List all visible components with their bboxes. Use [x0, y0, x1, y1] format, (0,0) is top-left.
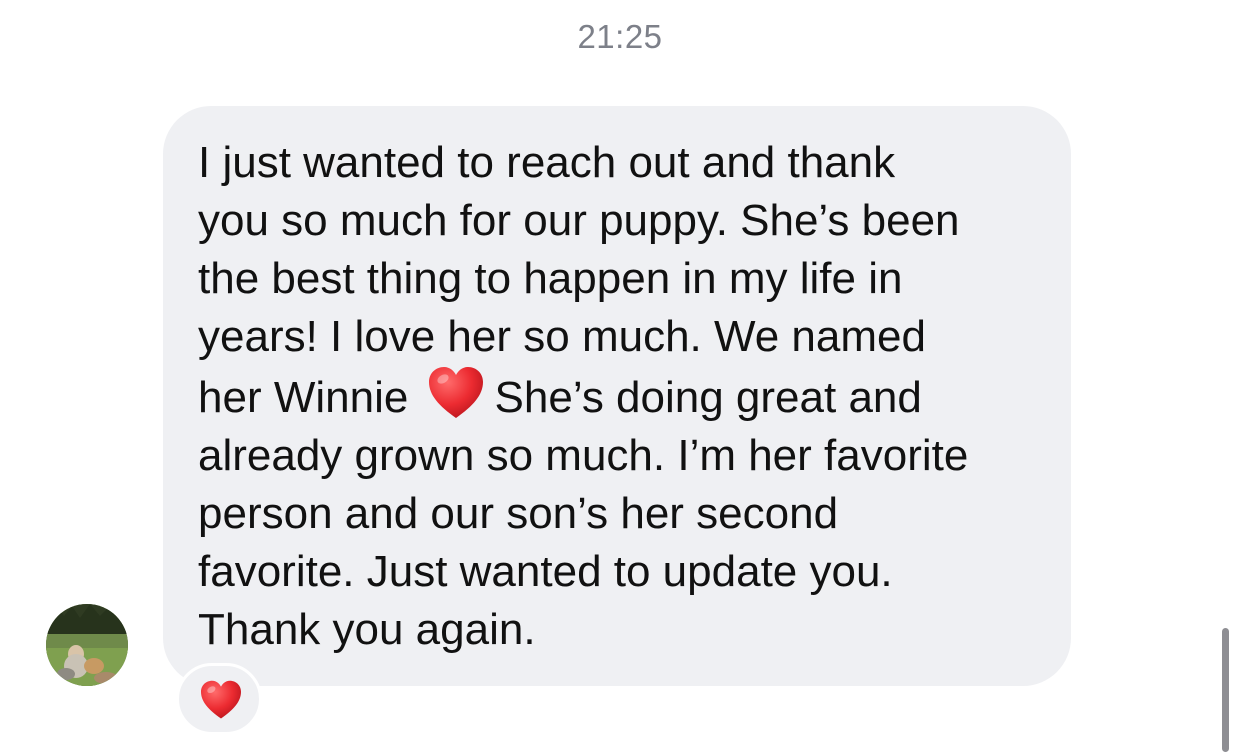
heart-reaction[interactable]	[176, 663, 262, 735]
sender-avatar[interactable]	[46, 604, 128, 686]
message-bubble[interactable]: I just wanted to reach out and thank you…	[163, 106, 1071, 686]
message-timestamp: 21:25	[577, 18, 663, 55]
heart-icon	[427, 366, 485, 420]
heart-icon	[201, 680, 241, 719]
message-text: I just wanted to reach out and thank you…	[198, 134, 1048, 659]
scrollbar[interactable]	[1222, 628, 1229, 752]
